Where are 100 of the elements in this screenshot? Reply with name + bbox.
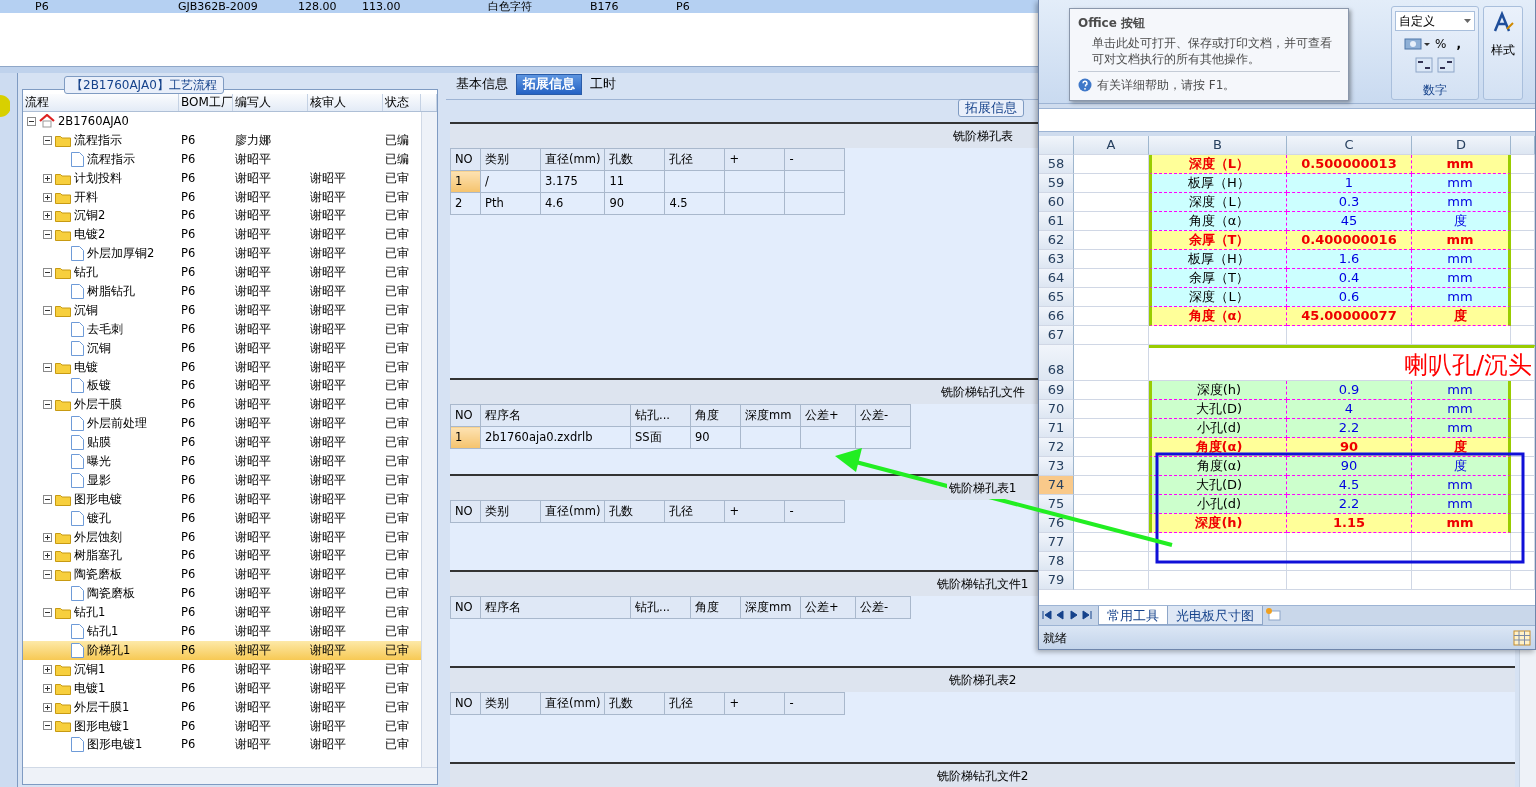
column-header[interactable]: 孔数 [604,500,665,523]
spreadsheet-cell[interactable] [1412,326,1511,345]
spreadsheet-cell[interactable] [1511,495,1535,514]
tree-row[interactable]: 电镀1 P6 谢昭平 谢昭平 已审 [23,678,421,698]
column-header[interactable]: - [784,692,845,715]
tree-row[interactable]: 阶梯孔1 P6 谢昭平 谢昭平 已审 [23,640,421,660]
column-header[interactable]: 公差- [855,596,911,619]
spreadsheet-cell[interactable] [1149,326,1287,345]
spreadsheet-cell[interactable] [1074,345,1149,381]
spreadsheet-cell[interactable] [1511,419,1535,438]
column-header[interactable]: 程序名 [480,596,631,619]
scrollbar[interactable] [1519,648,1536,787]
row-header[interactable]: 78 [1039,552,1074,571]
spreadsheet-cell[interactable] [1074,571,1149,590]
row-header[interactable]: 72 [1039,438,1074,457]
column-header[interactable]: 直径(mm) [540,148,605,171]
column-header[interactable]: 孔径 [664,148,725,171]
row-header[interactable]: 69 [1039,381,1074,400]
sheet-tab[interactable]: 光电板尺寸图 [1167,606,1263,625]
spreadsheet-cell[interactable] [1511,174,1535,193]
row-header[interactable]: 59 [1039,174,1074,193]
column-header[interactable]: + [724,500,785,523]
expand-icon[interactable] [43,664,52,674]
collapse-icon[interactable] [43,268,52,278]
row-header[interactable]: 63 [1039,250,1074,269]
percent-button[interactable]: % [1430,35,1452,53]
spreadsheet-cell[interactable] [1511,231,1535,250]
tree-row[interactable]: 镀孔 P6 谢昭平 谢昭平 已审 [23,508,421,528]
row-header[interactable]: 62 [1039,231,1074,250]
collapse-icon[interactable] [43,608,52,618]
spreadsheet-cell[interactable] [1511,193,1535,212]
collapse-icon[interactable] [43,230,52,240]
row-header[interactable]: 66 [1039,307,1074,326]
spreadsheet-cell[interactable] [1511,155,1535,174]
spreadsheet-cell[interactable] [1511,381,1535,400]
tree-row[interactable]: 贴膜 P6 谢昭平 谢昭平 已审 [23,433,421,453]
tree-row[interactable]: 树脂钻孔 P6 谢昭平 谢昭平 已审 [23,282,421,301]
column-header[interactable]: 公差+ [800,404,856,427]
row-header[interactable]: 60 [1039,193,1074,212]
tree-row[interactable]: 沉铜2 P6 谢昭平 谢昭平 已审 [23,206,421,226]
collapse-icon[interactable] [43,305,52,315]
row-header[interactable]: 77 [1039,533,1074,552]
row-header[interactable]: 68 [1039,345,1074,381]
spreadsheet-cell[interactable] [1074,533,1149,552]
column-header[interactable]: BOM工厂 [179,94,233,111]
tree-row[interactable]: 板镀 P6 谢昭平 谢昭平 已审 [23,376,421,396]
tree-row[interactable]: 去毛刺 P6 谢昭平 谢昭平 已审 [23,319,421,339]
column-header[interactable]: 程序名 [480,404,631,427]
collapse-icon[interactable] [43,400,52,410]
tree-row[interactable]: 开料 P6 谢昭平 谢昭平 已审 [23,187,421,207]
increase-decimal-icon[interactable] [1415,57,1433,73]
column-header[interactable]: C [1287,136,1412,155]
spreadsheet-cell[interactable] [1074,326,1149,345]
spreadsheet-cell[interactable] [1511,269,1535,288]
tree-row[interactable]: 图形电镀1 P6 谢昭平 谢昭平 已审 [23,716,421,736]
formula-bar[interactable] [1039,108,1535,132]
row-header[interactable]: 71 [1039,419,1074,438]
tree-row[interactable]: 陶瓷磨板 P6 谢昭平 谢昭平 已审 [23,584,421,604]
spreadsheet-cell[interactable] [1511,438,1535,457]
column-header[interactable]: 孔径 [664,692,725,715]
tab[interactable]: 工时 [584,74,622,95]
row-header[interactable]: 64 [1039,269,1074,288]
column-header[interactable]: 直径(mm) [540,500,605,523]
comma-button[interactable]: , [1451,35,1466,53]
spreadsheet-cell[interactable] [1074,552,1149,571]
tree-row[interactable]: 流程指示 P6 谢昭平 已编 [23,149,421,169]
tree-row[interactable]: 陶瓷磨板 P6 谢昭平 谢昭平 已审 [23,565,421,585]
tree-row[interactable]: 沉铜 P6 谢昭平 谢昭平 已审 [23,300,421,320]
row-header[interactable]: 65 [1039,288,1074,307]
column-header[interactable]: A [1074,136,1149,155]
tree-row[interactable]: 外层前处理 P6 谢昭平 谢昭平 已审 [23,414,421,434]
collapse-icon[interactable] [27,116,36,126]
column-header[interactable]: NO [450,692,481,715]
collapse-icon[interactable] [43,135,52,145]
spreadsheet-cell[interactable] [1287,552,1412,571]
tree-row[interactable]: 曝光 P6 谢昭平 谢昭平 已审 [23,452,421,471]
expand-icon[interactable] [43,532,52,542]
spreadsheet-cell[interactable] [1149,571,1287,590]
column-header[interactable]: NO [450,148,481,171]
expand-icon[interactable] [43,683,52,693]
spreadsheet-cell[interactable] [1511,400,1535,419]
column-header[interactable]: 角度 [690,596,741,619]
column-header[interactable]: - [784,500,845,523]
tree-row[interactable]: 外层加厚铜2 P6 谢昭平 谢昭平 已审 [23,244,421,264]
spreadsheet-cell[interactable] [1511,288,1535,307]
column-header[interactable]: 角度 [690,404,741,427]
collapse-icon[interactable] [43,721,52,731]
spreadsheet-cell[interactable] [1511,307,1535,326]
column-header[interactable]: 深度mm [740,404,801,427]
tree-row[interactable]: 流程指示 P6 廖力娜 已编 [23,130,421,150]
tree-row[interactable]: 沉铜1 P6 谢昭平 谢昭平 已审 [23,659,421,679]
spreadsheet-cell[interactable] [1511,250,1535,269]
column-header[interactable]: NO [450,404,481,427]
tab[interactable]: 拓展信息 [516,74,582,95]
column-header[interactable]: 类别 [480,148,541,171]
spreadsheet-cell[interactable] [1287,533,1412,552]
sheet-tab[interactable]: 常用工具 [1098,606,1168,625]
expand-icon[interactable] [43,173,52,183]
column-header[interactable]: 公差+ [800,596,856,619]
column-header[interactable]: 流程 [23,94,179,111]
